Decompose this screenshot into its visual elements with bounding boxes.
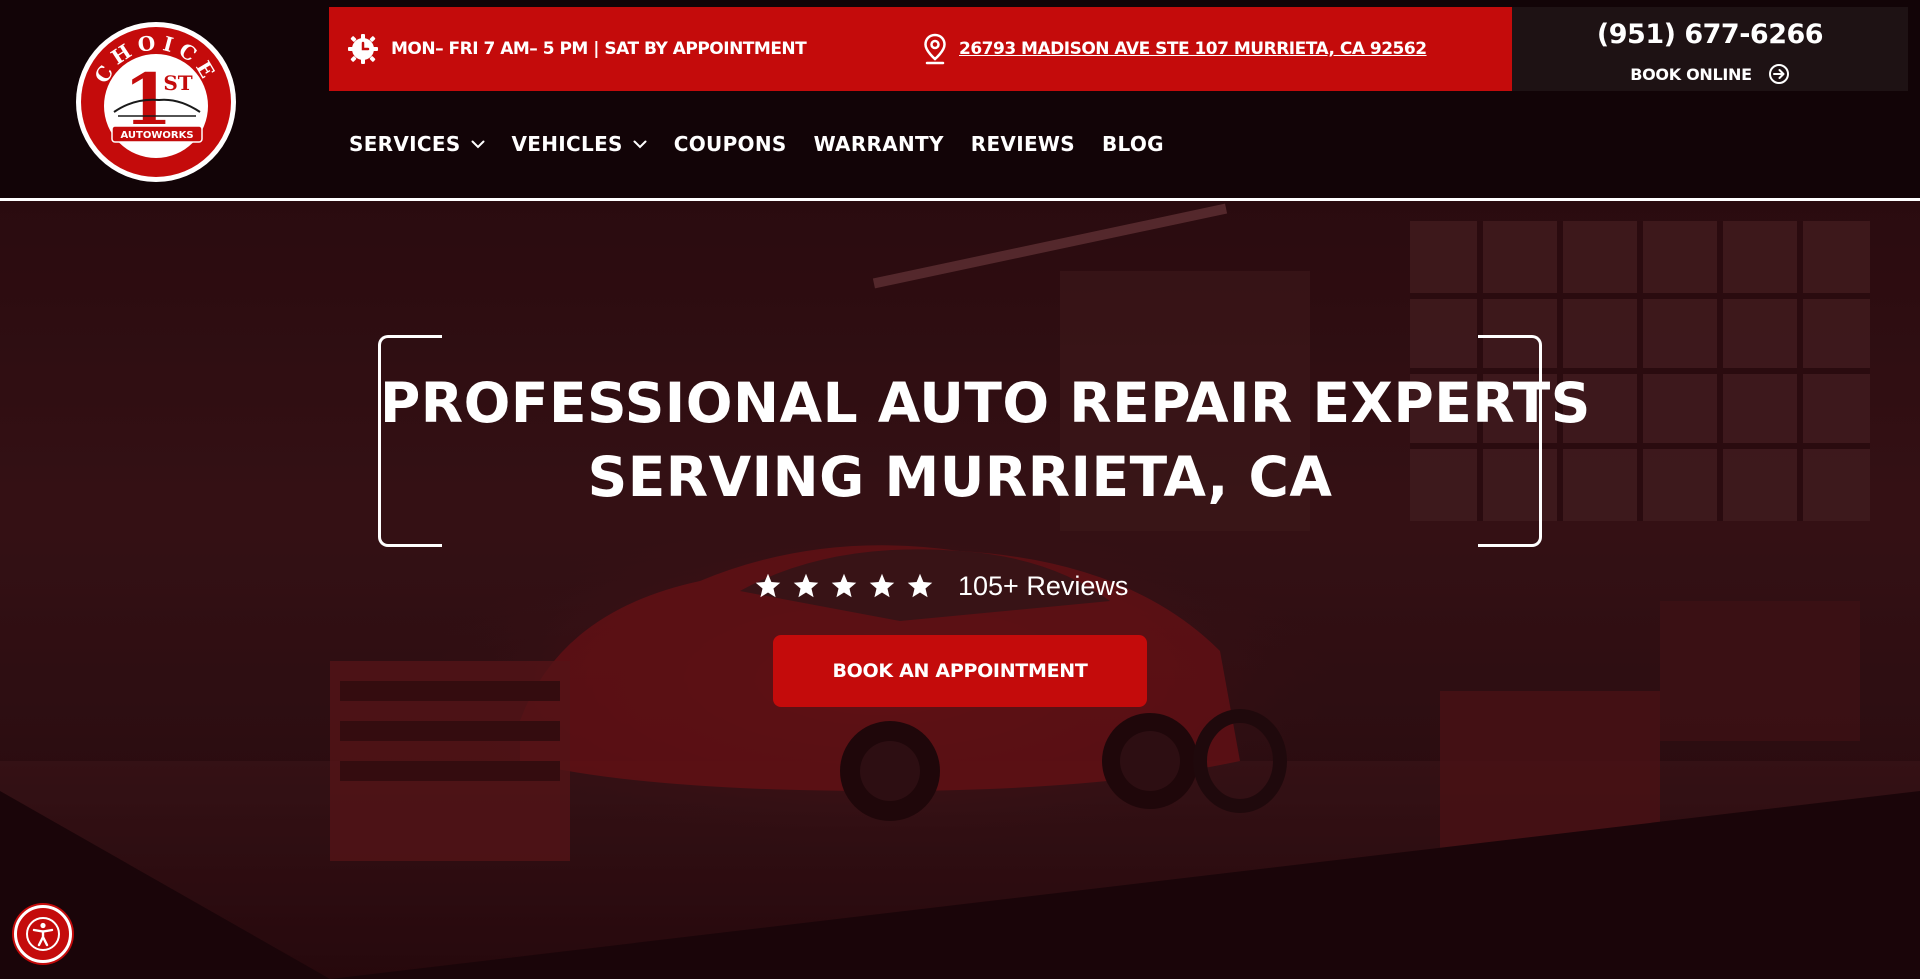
- main-nav: SERVICES VEHICLES COUPONS WARRANTY REVIE…: [349, 125, 1191, 163]
- nav-label: WARRANTY: [813, 132, 944, 156]
- chevron-down-icon: [471, 140, 485, 148]
- nav-item-reviews[interactable]: REVIEWS: [971, 132, 1075, 156]
- nav-label: COUPONS: [673, 132, 787, 156]
- logo-suffix: ST: [163, 71, 192, 95]
- star-icon: [831, 573, 857, 598]
- phone-link[interactable]: (951) 677-6266: [1512, 19, 1908, 50]
- hero-title-line-1: PROFESSIONAL AUTO REPAIR EXPERTS: [380, 371, 1591, 435]
- hours-text: MON– FRI 7 AM– 5 PM | SAT BY APPOINTMENT: [391, 39, 807, 59]
- book-appointment-label: BOOK AN APPOINTMENT: [832, 660, 1088, 682]
- nav-item-vehicles[interactable]: VEHICLES: [512, 132, 647, 156]
- logo-emblem: CHOICE 1 ST AUTOWORKS: [76, 22, 236, 182]
- contact-block: (951) 677-6266 BOOK ONLINE: [1512, 7, 1908, 91]
- address-link[interactable]: 26793 MADISON AVE STE 107 MURRIETA, CA 9…: [923, 7, 1427, 91]
- nav-item-warranty[interactable]: WARRANTY: [814, 132, 944, 156]
- book-appointment-button[interactable]: BOOK AN APPOINTMENT: [773, 635, 1147, 707]
- business-hours: MON– FRI 7 AM– 5 PM | SAT BY APPOINTMENT: [347, 7, 807, 91]
- info-bar: MON– FRI 7 AM– 5 PM | SAT BY APPOINTMENT…: [329, 7, 1512, 91]
- logo-text-bottom: AUTOWORKS: [120, 130, 193, 141]
- nav-item-blog[interactable]: BLOG: [1102, 132, 1164, 156]
- star-icon: [793, 573, 819, 598]
- star-icon: [755, 573, 781, 598]
- book-online-link[interactable]: BOOK ONLINE: [1512, 63, 1908, 85]
- star-icon: [869, 573, 895, 598]
- clock-gear-icon: [348, 34, 378, 64]
- book-online-label: BOOK ONLINE: [1630, 64, 1752, 84]
- address-text[interactable]: 26793 MADISON AVE STE 107 MURRIETA, CA 9…: [959, 39, 1427, 59]
- accessibility-button[interactable]: [14, 905, 72, 963]
- sign-in-arrow-icon: [1768, 64, 1789, 84]
- star-icon: [907, 573, 933, 598]
- rating-summary: 105+ Reviews: [754, 566, 1128, 606]
- accessibility-person-icon: [26, 917, 60, 951]
- nav-label: REVIEWS: [970, 132, 1075, 156]
- hero-title-line-2: SERVING MURRIETA, CA: [587, 445, 1333, 509]
- chevron-down-icon: [633, 140, 647, 148]
- map-pin-icon: [924, 33, 946, 65]
- nav-item-services[interactable]: SERVICES: [349, 132, 485, 156]
- nav-label: SERVICES: [349, 132, 461, 156]
- nav-item-coupons[interactable]: COUPONS: [674, 132, 787, 156]
- nav-label: BLOG: [1101, 132, 1164, 156]
- site-header: CHOICE 1 ST AUTOWORKS MON– FRI 7 AM– 5 P…: [0, 0, 1920, 198]
- star-rating: [754, 572, 934, 600]
- reviews-count[interactable]: 105+ Reviews: [958, 571, 1128, 602]
- logo[interactable]: CHOICE 1 ST AUTOWORKS: [74, 20, 239, 185]
- nav-label: VEHICLES: [511, 132, 623, 156]
